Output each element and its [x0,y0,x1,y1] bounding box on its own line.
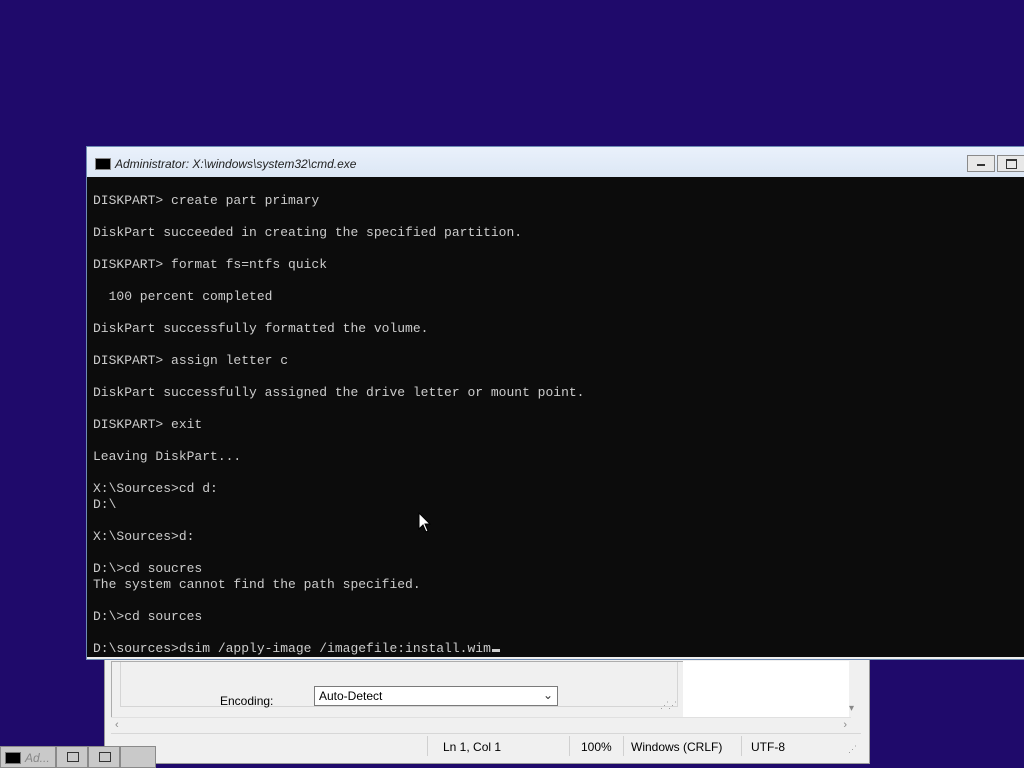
encoding-label: Encoding: [220,694,274,708]
maximize-button[interactable] [997,155,1024,172]
console-line: X:\Sources>cd d: [93,481,218,496]
cmd-window-title: Administrator: X:\windows\system32\cmd.e… [115,157,357,171]
console-line: DISKPART> exit [93,417,203,432]
status-separator [427,736,428,756]
scroll-left-arrow-icon[interactable]: ‹ [115,719,119,731]
cmd-title-bar[interactable]: Administrator: X:\windows\system32\cmd.e… [87,147,1024,177]
console-output[interactable]: DISKPART> create part primary DiskPart su… [87,177,1024,657]
status-zoom: 100% [581,740,612,754]
encoding-select-value: Auto-Detect [319,689,383,703]
horizontal-scrollbar[interactable]: ‹ › [111,717,851,734]
console-line: DISKPART> format fs=ntfs quick [93,257,328,272]
status-line-col: Ln 1, Col 1 [443,740,502,754]
console-line: The system cannot find the path specifie… [93,577,421,592]
console-line: Leaving DiskPart... [93,449,242,464]
encoding-select[interactable]: Auto-Detect ⌄ [314,686,558,706]
console-line: DISKPART> assign letter c [93,353,289,368]
console-line: D:\>cd soucres [93,561,203,576]
minimize-icon [977,164,985,166]
status-separator [741,736,742,756]
console-line: DiskPart succeeded in creating the speci… [93,225,523,240]
console-lines: DISKPART> create part primary DiskPart su… [93,193,584,657]
console-line: X:\Sources>d: [93,529,195,544]
mouse-pointer-icon [418,512,432,533]
cmd-icon [95,158,111,170]
status-encoding: UTF-8 [751,740,785,754]
status-line-ending: Windows (CRLF) [631,740,723,754]
maximize-icon [1006,159,1017,169]
text-cursor [491,649,500,652]
encoding-panel: Encoding: Auto-Detect ⌄ ⋰⋰ [111,661,685,719]
taskbar-window-button[interactable] [88,746,120,768]
resize-grip-icon[interactable]: ⋰ [848,744,857,755]
console-line: D:\ [93,497,117,512]
cmd-icon [5,752,21,764]
status-separator [569,736,570,756]
minimize-button[interactable] [967,155,995,172]
resize-grip-icon[interactable]: ⋰⋰ [660,700,677,711]
scroll-down-arrow-icon[interactable]: ▾ [849,703,854,714]
taskbar-button[interactable] [120,746,156,768]
console-line: DiskPart successfully formatted the volu… [93,321,429,336]
taskbar-restore-button[interactable] [56,746,88,768]
console-line: DiskPart successfully assigned the drive… [93,385,585,400]
restore-icon [67,752,79,762]
console-line: D:\>cd sources [93,609,203,624]
text-area[interactable] [683,661,849,717]
status-bar: Ln 1, Col 1 100% Windows (CRLF) UTF-8 ⋰ [111,733,861,760]
taskbar-cmd-button[interactable]: Ad... [0,746,56,768]
console-line: D:\sources>dsim /apply-image /imagefile:… [93,641,584,657]
scroll-right-arrow-icon[interactable]: › [843,719,847,731]
cmd-window[interactable]: Administrator: X:\windows\system32\cmd.e… [86,146,1024,660]
window-icon [99,752,111,762]
console-line: 100 percent completed [93,289,273,304]
chevron-down-icon: ⌄ [542,688,553,702]
taskbar-cmd-label: Ad... [25,751,50,765]
status-separator [623,736,624,756]
console-line: DISKPART> create part primary [93,193,320,208]
